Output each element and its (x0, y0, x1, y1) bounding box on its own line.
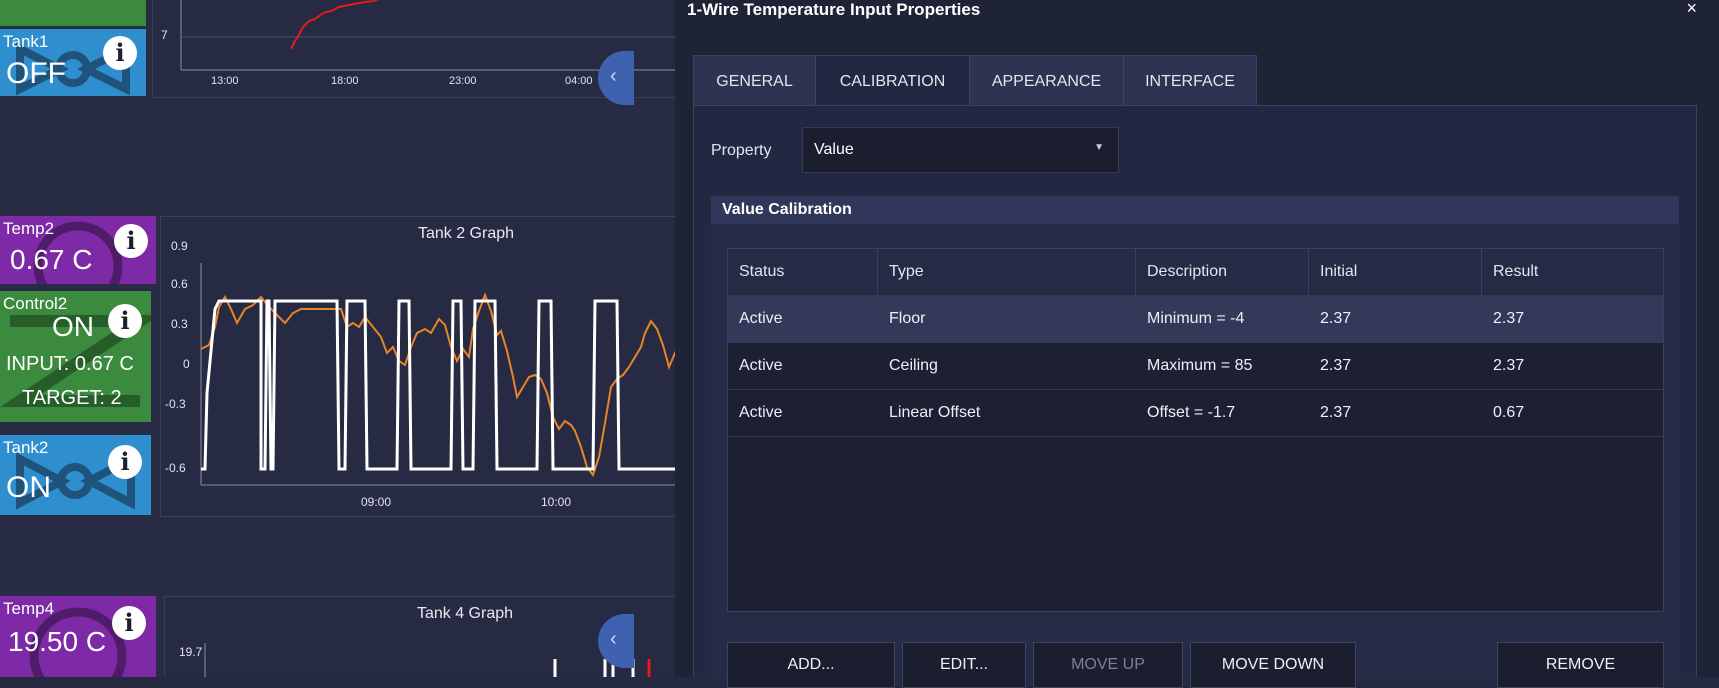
cell-description: Minimum = -4 (1147, 310, 1245, 327)
calibration-panel: Property Value ▼ Value Calibration Statu… (693, 105, 1697, 688)
tank1-tile[interactable]: Tank1 OFF i (0, 29, 146, 96)
temp4-value: 19.50 C (8, 626, 107, 657)
x-tick-label: 13:00 (211, 75, 239, 87)
x-tick-label: 23:00 (449, 75, 477, 87)
section-header: Value Calibration (711, 196, 1679, 224)
control2-input: INPUT: 0.67 C (6, 353, 134, 375)
column-header-result[interactable]: Result (1482, 249, 1663, 295)
x-tick-label: 10:00 (541, 495, 572, 509)
calibration-table: Status Type Description Initial Result A… (727, 248, 1664, 612)
remove-button[interactable]: REMOVE (1497, 642, 1664, 688)
chevron-left-icon: ‹ (610, 628, 617, 650)
cell-status: Active (739, 404, 783, 421)
x-tick-label: 09:00 (361, 495, 392, 509)
tank2-graph: Tank 2 Graph 0.9 0.6 0.3 0 -0.3 -0.6 09:… (160, 216, 675, 517)
properties-dialog: 1-Wire Temperature Input Properties × GE… (675, 0, 1719, 688)
tank1-graph-series (290, 0, 380, 50)
dashboard-background: Tank1 OFF i 7 13:00 18:00 23:00 04:00 ‹ … (0, 0, 675, 677)
tank2-value: ON (6, 471, 51, 504)
temp4-tile[interactable]: Temp4 19.50 C i (0, 596, 156, 677)
info-icon[interactable]: i (108, 445, 142, 479)
cell-result: 2.37 (1493, 310, 1525, 327)
temp2-label: Temp2 (3, 219, 55, 238)
y-tick-label: 0.3 (171, 317, 188, 331)
tab-interface[interactable]: INTERFACE (1123, 55, 1257, 106)
move-down-button[interactable]: MOVE DOWN (1190, 642, 1356, 688)
table-row[interactable]: Active Linear Offset Offset = -1.7 2.37 … (728, 389, 1663, 437)
cell-type: Ceiling (889, 357, 938, 374)
close-icon[interactable]: × (1686, 0, 1697, 19)
tank2-tile[interactable]: Tank2 ON i (0, 435, 151, 515)
tab-calibration[interactable]: CALIBRATION (815, 55, 970, 106)
y-tick-label: 7 (161, 28, 168, 42)
tank1-label: Tank1 (3, 32, 49, 51)
tank2-label: Tank2 (3, 438, 49, 457)
y-tick-label: -0.3 (165, 397, 186, 411)
y-tick-label: 0.6 (171, 277, 188, 291)
caret-down-icon: ▼ (1094, 142, 1104, 153)
cell-result: 0.67 (1493, 404, 1525, 421)
cell-type: Linear Offset (889, 404, 981, 421)
y-tick-label: 19.7 (179, 645, 203, 659)
add-button[interactable]: ADD... (727, 642, 895, 688)
tab-general[interactable]: GENERAL (693, 55, 816, 106)
cell-initial: 2.37 (1320, 357, 1352, 374)
control2-tile[interactable]: Control2 ON i INPUT: 0.67 C TARGET: 2 (0, 291, 151, 422)
temp2-value: 0.67 C (10, 244, 93, 275)
value-calibration-section: Value Calibration Status Type Descriptio… (711, 196, 1679, 688)
tank1-graph: 7 13:00 18:00 23:00 04:00 (152, 0, 675, 98)
x-tick-label: 04:00 (565, 75, 593, 87)
property-select[interactable]: Value ▼ (802, 127, 1119, 173)
info-icon[interactable]: i (103, 36, 137, 70)
control1-tile[interactable] (0, 0, 146, 26)
cell-initial: 2.37 (1320, 310, 1352, 327)
edit-button[interactable]: EDIT... (902, 642, 1026, 688)
cell-result: 2.37 (1493, 357, 1525, 374)
column-header-description[interactable]: Description (1136, 249, 1309, 295)
info-icon[interactable]: i (108, 304, 142, 338)
tank2-graph-plot (200, 263, 675, 486)
property-select-value: Value (814, 141, 854, 158)
control2-value: ON (52, 311, 94, 342)
y-tick-label: -0.6 (165, 461, 186, 475)
y-tick-label: 0 (183, 357, 190, 371)
cell-description: Offset = -1.7 (1147, 404, 1236, 421)
column-header-initial[interactable]: Initial (1309, 249, 1482, 295)
table-row[interactable]: Active Floor Minimum = -4 2.37 2.37 (728, 295, 1663, 343)
table-row[interactable]: Active Ceiling Maximum = 85 2.37 2.37 (728, 342, 1663, 390)
control2-target: TARGET: 2 (22, 387, 122, 409)
temp4-label: Temp4 (3, 599, 55, 618)
move-up-button[interactable]: MOVE UP (1033, 642, 1183, 688)
y-tick-label: 0.9 (171, 239, 188, 253)
property-label: Property (711, 142, 772, 159)
cell-status: Active (739, 310, 783, 327)
dialog-title: 1-Wire Temperature Input Properties (687, 0, 981, 19)
temp2-tile[interactable]: Temp2 0.67 C i (0, 216, 156, 284)
cell-type: Floor (889, 310, 926, 327)
x-tick-label: 18:00 (331, 75, 359, 87)
section-title: Value Calibration (722, 201, 852, 218)
chevron-left-icon: ‹ (610, 65, 617, 87)
cell-status: Active (739, 357, 783, 374)
info-icon[interactable]: i (114, 224, 148, 258)
column-header-status[interactable]: Status (728, 249, 878, 295)
control-series (201, 299, 675, 471)
tank1-value: OFF (6, 57, 66, 90)
cell-initial: 2.37 (1320, 404, 1352, 421)
info-icon[interactable]: i (112, 606, 146, 640)
table-header: Status Type Description Initial Result (728, 249, 1663, 296)
column-header-type[interactable]: Type (878, 249, 1136, 295)
tab-appearance[interactable]: APPEARANCE (969, 55, 1124, 106)
cell-description: Maximum = 85 (1147, 357, 1253, 374)
